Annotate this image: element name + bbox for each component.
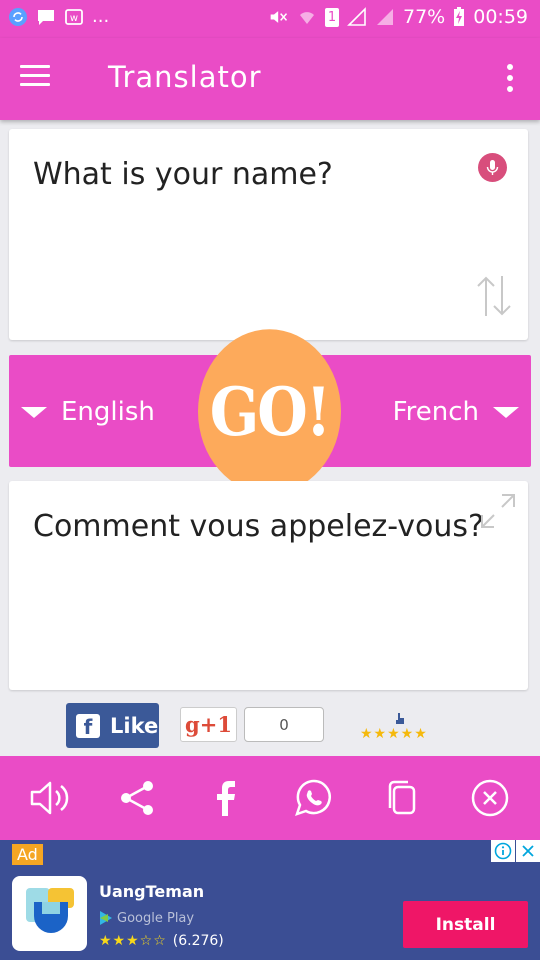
sim-icon: 1: [325, 7, 339, 27]
install-button[interactable]: Install: [403, 901, 528, 948]
go-button[interactable]: GO!: [198, 329, 341, 494]
close-icon[interactable]: [466, 774, 514, 822]
app-bar: Translator: [0, 38, 540, 120]
ad-app-name: UangTeman: [99, 882, 205, 901]
facebook-like-label: Like: [110, 713, 159, 738]
facebook-icon: f: [76, 713, 100, 739]
source-language-label: English: [61, 397, 155, 427]
facebook-like-button[interactable]: f Like: [66, 703, 159, 748]
more-vert-icon[interactable]: [506, 64, 514, 92]
target-language-label: French: [392, 397, 479, 427]
system-icons: 1 77% 00:59: [269, 6, 528, 28]
app-title: Translator: [108, 60, 262, 94]
wifi-icon: [300, 12, 314, 24]
more-notifications: ...: [92, 6, 110, 27]
google-plus-button[interactable]: g+1: [180, 707, 237, 742]
input-card[interactable]: What is your name?: [9, 129, 528, 340]
mute-icon: [270, 11, 288, 23]
signal-icon: [347, 7, 366, 26]
clock: 00:59: [473, 6, 528, 28]
battery-percent: 77%: [403, 6, 446, 28]
ad-store-label: Google Play: [117, 910, 195, 926]
ad-choices[interactable]: [490, 840, 540, 862]
sync-icon: [9, 7, 27, 26]
share-icon[interactable]: [114, 774, 162, 822]
svg-text:w: w: [70, 13, 78, 24]
expand-icon[interactable]: [478, 491, 518, 531]
whatsapp-icon[interactable]: [290, 774, 338, 822]
mic-icon[interactable]: [478, 153, 507, 182]
pointer-hand-icon: [396, 713, 404, 724]
source-language-selector[interactable]: English: [21, 397, 155, 427]
dropdown-arrow-icon: [493, 406, 519, 418]
ad-close-icon[interactable]: [516, 840, 540, 862]
facebook-icon[interactable]: [202, 774, 250, 822]
dropdown-arrow-icon: [21, 406, 47, 418]
output-text: Comment vous appelez-vous?: [33, 509, 484, 544]
ad-rating: ★★★☆☆ (6.276): [99, 933, 224, 949]
google-plus-count: 0: [244, 707, 324, 742]
target-language-selector[interactable]: French: [393, 397, 519, 427]
swap-vertical-icon[interactable]: [474, 274, 514, 318]
rate-app-widget[interactable]: ★★★★★: [360, 712, 446, 742]
ad-app-icon: [12, 876, 87, 951]
output-card: Comment vous appelez-vous?: [9, 481, 528, 690]
message-icon: [38, 9, 54, 25]
signal-2-icon: [377, 9, 393, 25]
notification-icons: w ...: [8, 6, 109, 27]
battery-charging-icon: [454, 7, 465, 26]
ad-tag: Ad: [12, 844, 43, 865]
action-bar: [0, 756, 540, 840]
rating-stars: ★★★★★: [360, 726, 428, 742]
ad-store: Google Play: [99, 910, 194, 926]
app-notification-icon: w: [65, 8, 83, 25]
info-icon[interactable]: [491, 840, 515, 862]
copy-icon[interactable]: [378, 774, 426, 822]
hamburger-icon[interactable]: [20, 65, 50, 91]
speaker-icon[interactable]: [26, 774, 74, 822]
google-play-icon: [100, 911, 112, 925]
ad-rating-stars: ★★★☆☆: [99, 933, 167, 949]
status-bar: w ... 1 77% 00:59: [0, 0, 540, 38]
ad-rating-count: (6.276): [172, 933, 224, 949]
input-text[interactable]: What is your name?: [33, 157, 333, 192]
